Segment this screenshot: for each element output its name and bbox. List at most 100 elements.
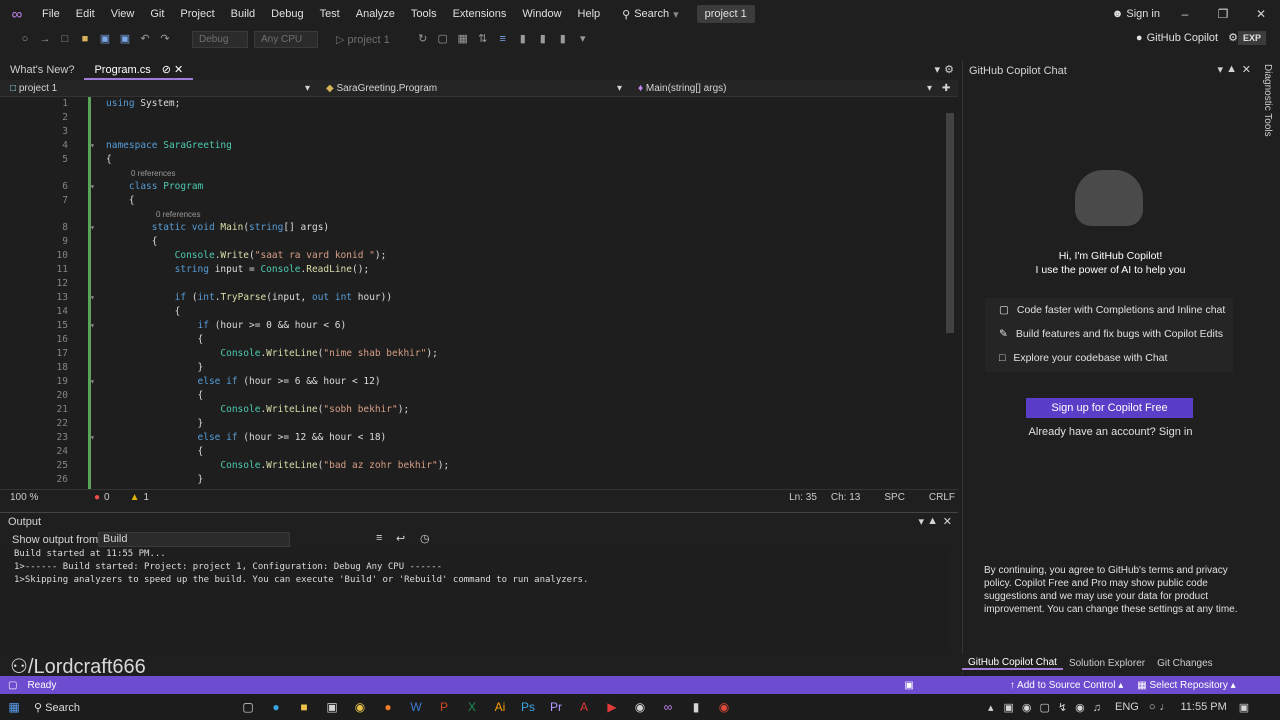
fold-icon[interactable]: ▾ [90,139,95,153]
exp-badge[interactable]: EXP [1237,31,1266,45]
output-source-select[interactable]: Build [98,532,290,547]
code-editor[interactable]: 1 using System; 2 3 4 ▾ namespace SaraGreet… [0,97,958,489]
volume-icon[interactable]: ♩ [1159,701,1170,713]
run-button[interactable]: ▷ project 1 [336,33,390,46]
close-icon[interactable]: ✕ [174,64,183,76]
github-icon[interactable]: ◉ [626,700,654,714]
add-to-source-control[interactable]: ↑ Add to Source Control ▴ [1010,680,1123,691]
settings-icon[interactable]: ⚙ [1228,31,1238,44]
chevron-down-icon[interactable]: ▾ [918,515,924,528]
acrobat-icon[interactable]: A [570,700,598,714]
chevron-down-icon[interactable]: ▾ [1217,63,1223,76]
signup-button[interactable]: Sign up for Copilot Free [1026,398,1193,418]
sign-in-button[interactable]: ☻ Sign in [1112,0,1160,28]
file-explorer-icon[interactable]: ■ [290,700,318,714]
pin-icon[interactable]: ▲ [927,515,938,527]
menu-project[interactable]: Project [172,0,222,28]
open-folder-icon[interactable]: ■ [78,32,92,46]
fold-icon[interactable]: ▾ [90,375,95,389]
word-icon[interactable]: W [402,700,430,714]
menu-file[interactable]: File [34,0,68,28]
undo-icon[interactable]: ↶ [138,32,152,46]
tab-copilot-chat[interactable]: GitHub Copilot Chat [962,657,1063,670]
save-icon[interactable]: ▣ [98,32,112,46]
clear-all-icon[interactable]: ≡ [376,532,382,544]
hot-reload-icon[interactable]: ↻ [416,32,430,46]
platform-select[interactable]: Any CPU [254,30,318,48]
close-button[interactable]: ✕ [1242,0,1280,28]
bookmark-prev-icon[interactable]: ▮ [536,32,550,46]
search-box[interactable]: ⚲ Search ▾ [614,4,686,24]
project-dropdown[interactable]: □ project 1 ▾ [0,80,316,97]
vertical-scrollbar[interactable] [946,113,954,333]
menu-help[interactable]: Help [570,0,609,28]
menu-tools[interactable]: Tools [403,0,445,28]
illustrator-icon[interactable]: Ai [486,700,514,714]
notification-center-icon[interactable]: ▣ [1239,701,1249,714]
method-dropdown[interactable]: ♦ Main(string[] args) ▾ [628,80,938,97]
github-copilot-button[interactable]: ● GitHub Copilot ⚙ [1136,31,1238,45]
layout-icon[interactable]: ▦ [456,32,470,46]
class-references[interactable]: 0 references [131,169,175,178]
store-icon[interactable]: ▣ [318,700,346,714]
output-log[interactable]: Build started at 11:55 PM... 1>------ Bu… [0,548,948,654]
powerpoint-icon[interactable]: P [430,700,458,714]
warning-icon[interactable]: ▲ [130,492,140,503]
maximize-button[interactable]: ❐ [1204,0,1242,28]
comment-icon[interactable]: ≡ [496,32,510,46]
notepad-icon[interactable]: ▮ [682,700,710,714]
back-icon[interactable]: ○ [18,32,32,46]
fold-icon[interactable]: ▾ [90,180,95,194]
visual-studio-icon[interactable]: ∞ [654,700,682,714]
minimize-button[interactable]: – [1166,0,1204,28]
youtube-icon[interactable]: ▶ [598,700,626,714]
tab-whats-new[interactable]: What's New? [0,60,84,80]
menu-window[interactable]: Window [514,0,569,28]
settings-icon[interactable]: ⚙ [944,63,954,76]
close-icon[interactable]: ✕ [943,515,952,528]
whitespace-mode[interactable]: SPC [884,492,905,503]
tray-chevron-icon[interactable]: ▴ [988,701,994,714]
menu-analyze[interactable]: Analyze [348,0,403,28]
fold-icon[interactable]: ▾ [90,221,95,235]
language[interactable]: ENG [1115,701,1139,713]
bookmark-icon[interactable]: ▮ [516,32,530,46]
step-icon[interactable]: ⇅ [476,32,490,46]
tab-program-cs[interactable]: Program.cs ⊘ ✕ [84,60,194,80]
split-icon[interactable]: ✚ [942,83,950,94]
chrome-icon-2[interactable]: ◉ [710,700,738,714]
error-icon[interactable]: ● [94,492,100,503]
class-dropdown[interactable]: ◆ SaraGreeting.Program ▾ [316,80,628,97]
taskbar-search[interactable]: ⚲ Search [34,701,234,714]
bookmark-next-icon[interactable]: ▮ [556,32,570,46]
clock[interactable]: 11:55 PM [1180,701,1226,713]
forward-icon[interactable]: → [38,32,52,46]
zoom-level[interactable]: 100 % [10,492,70,503]
close-icon[interactable]: ✕ [1242,63,1251,76]
select-repository[interactable]: ▦ Select Repository ▴ [1137,680,1235,691]
excel-icon[interactable]: X [458,700,486,714]
menu-edit[interactable]: Edit [68,0,103,28]
chevron-down-icon[interactable]: ▾ [934,63,940,76]
pin-icon[interactable]: ▲ [1226,63,1237,75]
firefox-icon[interactable]: ● [374,700,402,714]
line-ending[interactable]: CRLF [929,492,955,503]
tab-git-changes[interactable]: Git Changes [1151,658,1219,669]
redo-icon[interactable]: ↷ [158,32,172,46]
task-view-icon[interactable]: ▢ [234,700,262,714]
edge-icon[interactable]: ● [262,700,290,714]
fold-icon[interactable]: ▾ [90,431,95,445]
signin-link[interactable]: Sign in [1159,426,1193,438]
menu-view[interactable]: View [103,0,143,28]
method-references[interactable]: 0 references [156,210,200,219]
clock-icon[interactable]: ◷ [420,532,430,545]
network-icon[interactable]: ○ [1149,701,1156,713]
chrome-icon[interactable]: ◉ [346,700,374,714]
diagnostic-tools-tab[interactable]: Diagnostic Tools [1258,60,1280,674]
browser-icon[interactable]: ▢ [436,32,450,46]
windows-start-icon[interactable]: ▦ [0,700,28,714]
overflow-icon[interactable]: ▾ [576,32,590,46]
config-select[interactable]: Debug [192,30,248,48]
save-all-icon[interactable]: ▣ [118,32,132,46]
menu-test[interactable]: Test [312,0,348,28]
